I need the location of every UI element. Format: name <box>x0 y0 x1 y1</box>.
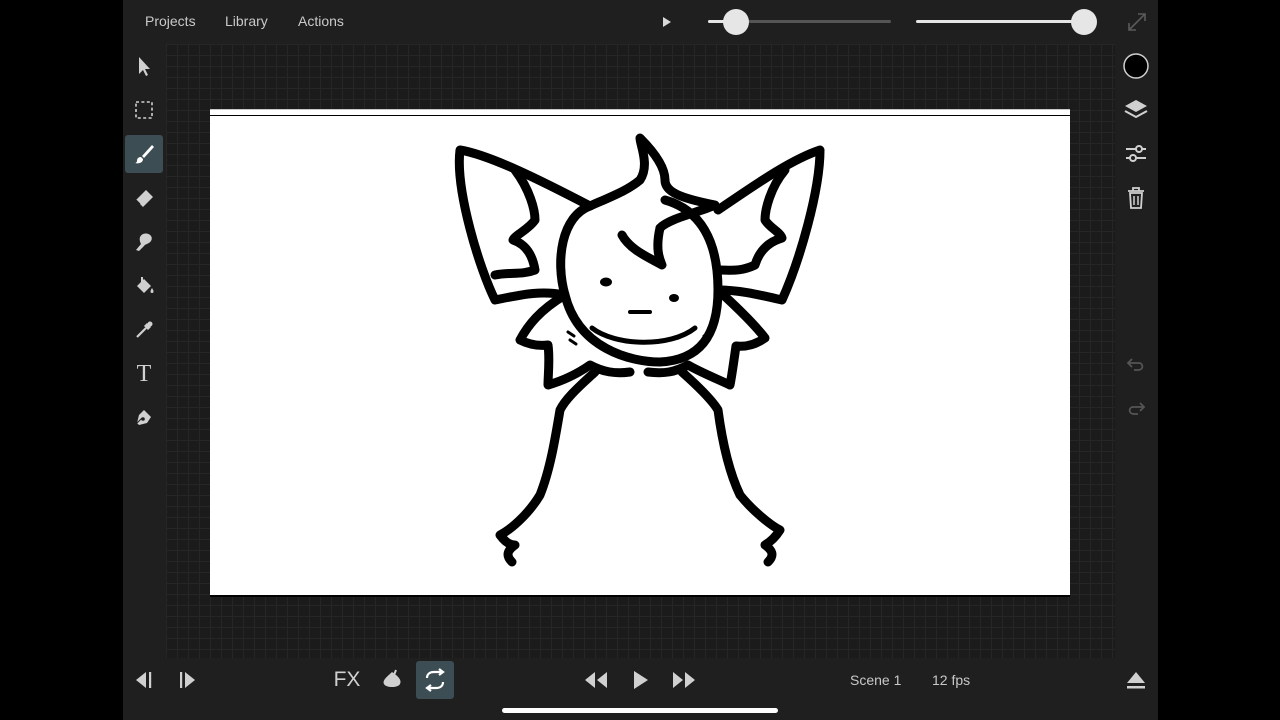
undo-icon <box>1126 358 1144 371</box>
select-tool[interactable] <box>125 47 163 85</box>
onion-skin-button[interactable] <box>373 661 411 699</box>
brush-size-slider[interactable] <box>708 8 891 36</box>
home-indicator[interactable] <box>502 708 778 713</box>
layers-icon <box>1124 100 1148 119</box>
eraser-tool[interactable] <box>125 179 163 217</box>
eyedropper-tool[interactable] <box>125 311 163 349</box>
fx-button[interactable]: FX <box>328 661 366 699</box>
pen-tool[interactable] <box>125 399 163 437</box>
fps-selector[interactable]: 12 fps <box>932 672 970 688</box>
next-frame-button[interactable] <box>169 661 207 699</box>
actions-menu[interactable]: Actions <box>298 13 344 29</box>
onion-icon <box>383 669 401 687</box>
fast-forward-button[interactable] <box>665 661 703 699</box>
brush-size-thumb[interactable] <box>723 9 749 35</box>
fx-label: FX <box>333 668 361 691</box>
select-icon <box>139 57 150 76</box>
text-tool[interactable]: T <box>125 355 163 393</box>
redo-button[interactable] <box>1117 391 1155 429</box>
preview-play-icon[interactable] <box>658 14 674 30</box>
play-icon <box>634 671 648 689</box>
loop-button[interactable] <box>416 661 454 699</box>
eyedropper-icon <box>136 321 153 338</box>
fill-bucket-icon <box>137 277 154 293</box>
trash-icon <box>1128 187 1144 209</box>
eraser-icon <box>135 190 153 207</box>
eject-icon <box>1127 672 1145 689</box>
color-swatch <box>1123 53 1149 79</box>
prev-frame-icon <box>136 672 152 688</box>
library-menu[interactable]: Library <box>225 13 268 29</box>
pen-icon <box>136 410 151 425</box>
previous-frame-button[interactable] <box>124 661 162 699</box>
next-frame-icon <box>180 672 195 688</box>
projects-menu[interactable]: Projects <box>145 13 196 29</box>
animation-app: Projects Library Actions T FX Scene 1 12… <box>123 0 1158 720</box>
layers-button[interactable] <box>1117 91 1155 129</box>
brush-icon <box>135 145 154 164</box>
character-drawing <box>454 133 825 567</box>
opacity-thumb[interactable] <box>1071 9 1097 35</box>
redo-icon <box>1128 402 1146 415</box>
undo-button[interactable] <box>1117 347 1155 385</box>
right-toolbar <box>1115 44 1158 658</box>
smudge-icon <box>136 233 152 251</box>
fast-forward-icon <box>673 672 695 688</box>
color-picker-button[interactable] <box>1117 47 1155 85</box>
left-toolbar: T <box>123 44 166 658</box>
marquee-tool[interactable] <box>125 91 163 129</box>
fullscreen-icon[interactable] <box>1126 11 1148 33</box>
play-button[interactable] <box>621 661 659 699</box>
opacity-slider[interactable] <box>916 8 1099 36</box>
marquee-icon <box>135 101 153 119</box>
adjustments-button[interactable] <box>1117 135 1155 173</box>
text-icon: T <box>136 360 152 387</box>
delete-button[interactable] <box>1117 179 1155 217</box>
top-bar: Projects Library Actions <box>123 0 1158 44</box>
brush-tool[interactable] <box>125 135 163 173</box>
scene-selector[interactable]: Scene 1 <box>850 672 901 688</box>
sliders-icon <box>1126 145 1146 162</box>
loop-icon <box>425 668 445 692</box>
drawing-canvas[interactable] <box>210 109 1070 597</box>
rewind-button[interactable] <box>577 661 615 699</box>
smudge-tool[interactable] <box>125 223 163 261</box>
rewind-icon <box>585 672 607 688</box>
fill-tool[interactable] <box>125 267 163 305</box>
eject-button[interactable] <box>1117 661 1155 699</box>
